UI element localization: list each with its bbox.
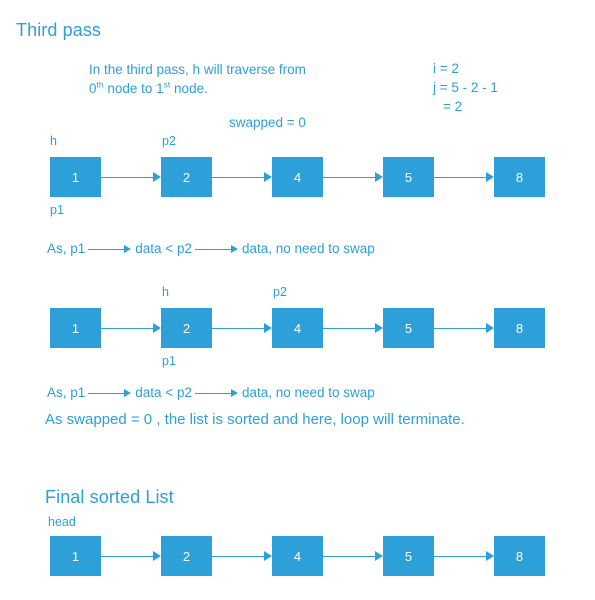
pointer-label-head: head [48, 515, 76, 529]
pointer-label-h-2: h [162, 285, 169, 299]
sentence-part-2: data < p2 [135, 241, 192, 256]
list-node: 4 [272, 308, 323, 348]
points-to-arrow-icon [194, 389, 239, 398]
conclusion-text: As swapped = 0 , the list is sorted and … [45, 411, 465, 428]
description-line-1: In the third pass, h will traverse from [89, 62, 306, 77]
link-arrow [434, 172, 494, 182]
list-node: 4 [272, 536, 323, 576]
sentence-part-1: As, p1 [47, 241, 86, 256]
calc-j-expression: j = 5 - 2 - 1 [433, 80, 498, 95]
description-end: node. [170, 81, 208, 96]
pointer-label-h-1: h [50, 134, 57, 148]
ordinal-zero-suffix: th [96, 79, 104, 90]
pointer-label-p2-2: p2 [273, 285, 287, 299]
list-node: 8 [494, 157, 545, 197]
final-list-heading: Final sorted List [45, 487, 174, 507]
calc-i-value: i = 2 [433, 61, 459, 76]
link-arrow [212, 551, 272, 561]
link-arrow [323, 172, 383, 182]
link-arrow [323, 551, 383, 561]
sentence-part-1: As, p1 [47, 385, 86, 400]
page-title: Third pass [16, 20, 102, 40]
link-arrow [323, 323, 383, 333]
link-arrow [212, 172, 272, 182]
description-mid: node to 1 [103, 81, 164, 96]
ordinal-zero: 0 [89, 81, 97, 96]
linked-list-row-1: 1 2 4 5 8 [0, 157, 595, 199]
sentence-part-2: data < p2 [135, 385, 192, 400]
list-node: 5 [383, 157, 434, 197]
list-node: 2 [161, 157, 212, 197]
diagram-canvas: Third pass In the third pass, h will tra… [0, 0, 595, 600]
pointer-label-p2-1: p2 [162, 134, 176, 148]
sentence-part-3: data, no need to swap [241, 241, 375, 256]
link-arrow [101, 172, 161, 182]
list-node: 1 [50, 536, 101, 576]
link-arrow [434, 323, 494, 333]
comparison-sentence-2: As, p1 data < p2 data, no need to swap [47, 383, 375, 402]
calc-j-result: = 2 [443, 99, 463, 114]
points-to-arrow-icon [88, 245, 132, 254]
linked-list-row-2: 1 2 4 5 8 [0, 308, 595, 350]
list-node: 4 [272, 157, 323, 197]
link-arrow [101, 323, 161, 333]
points-to-arrow-icon [194, 245, 239, 254]
comparison-sentence-1: As, p1 data < p2 data, no need to swap [47, 239, 375, 258]
swapped-value-label: swapped = 0 [229, 115, 306, 130]
list-node: 5 [383, 536, 434, 576]
pointer-label-p1-2: p1 [162, 354, 176, 368]
list-node: 8 [494, 308, 545, 348]
pointer-label-p1-1: p1 [50, 203, 64, 217]
list-node: 1 [50, 308, 101, 348]
link-arrow [434, 551, 494, 561]
list-node: 2 [161, 536, 212, 576]
list-node: 5 [383, 308, 434, 348]
description-line-2: 0th node to 1st node. [89, 79, 208, 98]
list-node: 8 [494, 536, 545, 576]
link-arrow [212, 323, 272, 333]
list-node: 1 [50, 157, 101, 197]
sentence-part-3: data, no need to swap [241, 385, 375, 400]
points-to-arrow-icon [88, 389, 132, 398]
list-node: 2 [161, 308, 212, 348]
linked-list-row-3: 1 2 4 5 8 [0, 536, 595, 578]
link-arrow [101, 551, 161, 561]
